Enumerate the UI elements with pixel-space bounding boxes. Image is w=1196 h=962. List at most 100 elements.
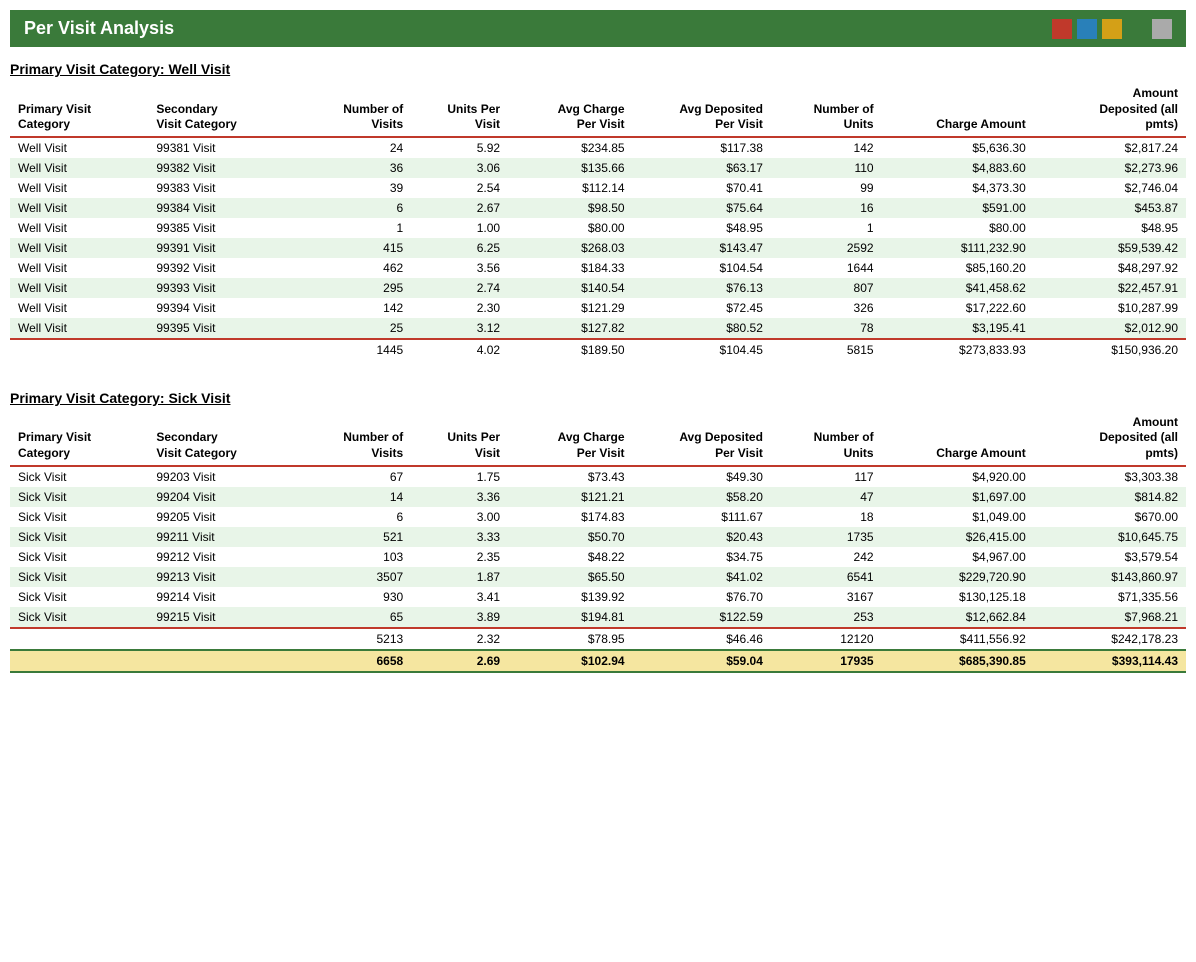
table-cell: 6 xyxy=(301,507,412,527)
table-cell: 415 xyxy=(301,238,412,258)
table-cell: $41.02 xyxy=(633,567,771,587)
table-cell: 99203 Visit xyxy=(148,466,300,487)
green-icon xyxy=(1127,19,1147,39)
table-row: Well Visit99394 Visit1422.30$121.29$72.4… xyxy=(10,298,1186,318)
table-cell: $2,012.90 xyxy=(1034,318,1186,339)
section2-title: Primary Visit Category: Sick Visit xyxy=(10,390,1186,406)
grand-total-cell: 6658 xyxy=(301,650,412,672)
table-cell: 117 xyxy=(771,466,882,487)
summary-cell: 1445 xyxy=(301,339,412,360)
table-cell: 99393 Visit xyxy=(148,278,300,298)
table-cell: $41,458.62 xyxy=(882,278,1034,298)
summary-cell: $242,178.23 xyxy=(1034,628,1186,650)
table-cell: 1.75 xyxy=(411,466,508,487)
table-cell: $17,222.60 xyxy=(882,298,1034,318)
table-cell: $10,287.99 xyxy=(1034,298,1186,318)
table-cell: $117.38 xyxy=(633,137,771,158)
table-cell: $63.17 xyxy=(633,158,771,178)
table-row: Well Visit99382 Visit363.06$135.66$63.17… xyxy=(10,158,1186,178)
col-header-avg-charge: Avg ChargePer Visit xyxy=(508,83,633,137)
table-cell: $814.82 xyxy=(1034,487,1186,507)
col2-header-avg-deposited: Avg DepositedPer Visit xyxy=(633,412,771,466)
table-cell: $4,373.30 xyxy=(882,178,1034,198)
section2-header-row: Primary VisitCategory SecondaryVisit Cat… xyxy=(10,412,1186,466)
table-cell: $4,883.60 xyxy=(882,158,1034,178)
table-cell: 47 xyxy=(771,487,882,507)
table-cell: 99392 Visit xyxy=(148,258,300,278)
table-cell: $112.14 xyxy=(508,178,633,198)
table-cell: 99213 Visit xyxy=(148,567,300,587)
table-row: Well Visit99393 Visit2952.74$140.54$76.1… xyxy=(10,278,1186,298)
table-cell: $22,457.91 xyxy=(1034,278,1186,298)
yellow-icon xyxy=(1102,19,1122,39)
table-row: Sick Visit99204 Visit143.36$121.21$58.20… xyxy=(10,487,1186,507)
table-cell: $48,297.92 xyxy=(1034,258,1186,278)
table-cell: $48.95 xyxy=(1034,218,1186,238)
grand-total-cell: $59.04 xyxy=(633,650,771,672)
table-cell: Well Visit xyxy=(10,137,148,158)
table-cell: 78 xyxy=(771,318,882,339)
table-cell: Well Visit xyxy=(10,238,148,258)
table-cell: $48.95 xyxy=(633,218,771,238)
table-cell: 3507 xyxy=(301,567,412,587)
table-cell: $130,125.18 xyxy=(882,587,1034,607)
table-row: Well Visit99381 Visit245.92$234.85$117.3… xyxy=(10,137,1186,158)
summary-cell: 4.02 xyxy=(411,339,508,360)
col-header-num-visits: Number ofVisits xyxy=(301,83,412,137)
table-cell: 1 xyxy=(301,218,412,238)
table-row: Sick Visit99213 Visit35071.87$65.50$41.0… xyxy=(10,567,1186,587)
table-cell: $4,920.00 xyxy=(882,466,1034,487)
summary-cell: 12120 xyxy=(771,628,882,650)
table-cell: 1.87 xyxy=(411,567,508,587)
table-cell: $7,968.21 xyxy=(1034,607,1186,628)
table-cell: 3.89 xyxy=(411,607,508,628)
table-cell: $111.67 xyxy=(633,507,771,527)
table-cell: $70.41 xyxy=(633,178,771,198)
summary-row: 52132.32$78.95$46.4612120$411,556.92$242… xyxy=(10,628,1186,650)
summary-cell xyxy=(10,628,148,650)
table-cell: 142 xyxy=(301,298,412,318)
table-cell: $26,415.00 xyxy=(882,527,1034,547)
section1-gap xyxy=(10,360,1186,380)
table-cell: $3,303.38 xyxy=(1034,466,1186,487)
table-cell: 65 xyxy=(301,607,412,628)
table-cell: 5.92 xyxy=(411,137,508,158)
table-cell: 295 xyxy=(301,278,412,298)
table-cell: 242 xyxy=(771,547,882,567)
summary-cell: 5815 xyxy=(771,339,882,360)
table-row: Sick Visit99211 Visit5213.33$50.70$20.43… xyxy=(10,527,1186,547)
summary-cell: $189.50 xyxy=(508,339,633,360)
table-cell: 462 xyxy=(301,258,412,278)
page-wrapper: Per Visit Analysis Primary Visit Categor… xyxy=(0,0,1196,962)
table-cell: Sick Visit xyxy=(10,487,148,507)
table-cell: $20.43 xyxy=(633,527,771,547)
table-cell: 3.56 xyxy=(411,258,508,278)
summary-cell: 5213 xyxy=(301,628,412,650)
table-cell: 99212 Visit xyxy=(148,547,300,567)
gray-icon xyxy=(1152,19,1172,39)
table-cell: 3.00 xyxy=(411,507,508,527)
table-cell: $121.29 xyxy=(508,298,633,318)
table-cell: $72.45 xyxy=(633,298,771,318)
table-cell: $75.64 xyxy=(633,198,771,218)
table-cell: 253 xyxy=(771,607,882,628)
table-cell: 2.30 xyxy=(411,298,508,318)
table-cell: 326 xyxy=(771,298,882,318)
table-cell: Sick Visit xyxy=(10,587,148,607)
summary-row: 14454.02$189.50$104.455815$273,833.93$15… xyxy=(10,339,1186,360)
grand-total-cell: $102.94 xyxy=(508,650,633,672)
table-row: Well Visit99392 Visit4623.56$184.33$104.… xyxy=(10,258,1186,278)
table-cell: $34.75 xyxy=(633,547,771,567)
table-cell: 3.12 xyxy=(411,318,508,339)
red-icon xyxy=(1052,19,1072,39)
table-cell: 521 xyxy=(301,527,412,547)
table-cell: 99215 Visit xyxy=(148,607,300,628)
table-cell: 2.35 xyxy=(411,547,508,567)
header-bar: Per Visit Analysis xyxy=(10,10,1186,47)
table-cell: 14 xyxy=(301,487,412,507)
table-cell: 2.67 xyxy=(411,198,508,218)
summary-cell: $150,936.20 xyxy=(1034,339,1186,360)
table-cell: 1.00 xyxy=(411,218,508,238)
table-cell: 110 xyxy=(771,158,882,178)
grand-total-cell xyxy=(148,650,300,672)
